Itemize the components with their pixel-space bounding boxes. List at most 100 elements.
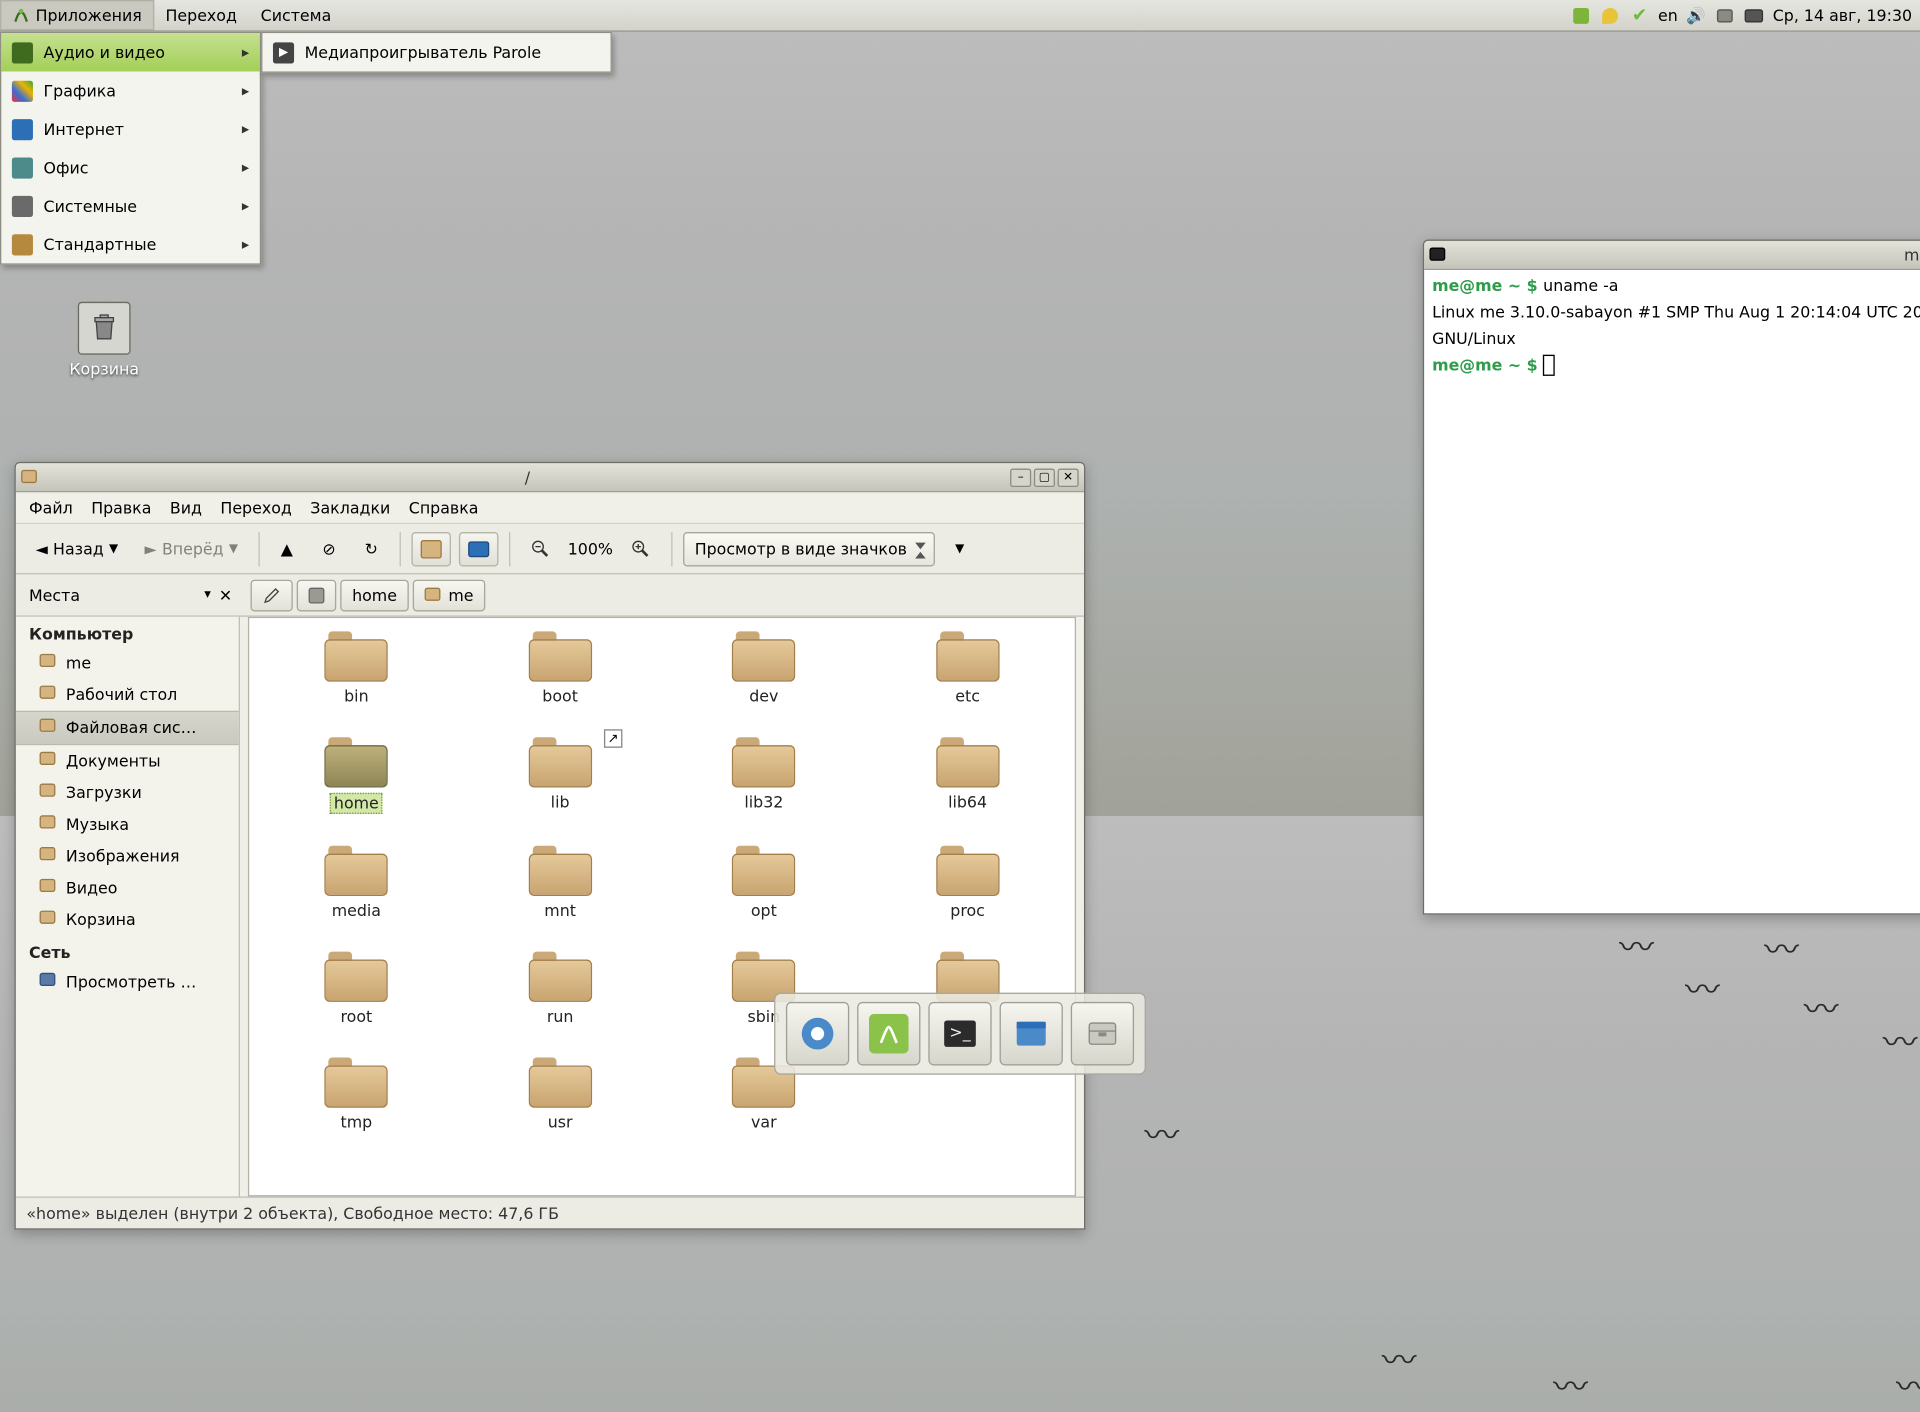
dock-item-sabayon[interactable] (857, 1002, 920, 1066)
home-button[interactable] (411, 531, 451, 565)
back-button[interactable]: ◄ Назад ▼ (26, 531, 127, 565)
app-menu-item[interactable]: Системные▸ (1, 187, 259, 225)
app-menu-item[interactable]: Интернет▸ (1, 110, 259, 148)
sidebar-item[interactable]: Просмотреть … (16, 966, 239, 998)
app-menu-item[interactable]: Графика▸ (1, 71, 259, 109)
folder-icon (425, 586, 443, 605)
view-mode-quick[interactable]: ▼ (943, 531, 977, 565)
folder-item[interactable]: lib64 (866, 737, 1070, 814)
folder-icon (325, 737, 388, 787)
fm-menu-item[interactable]: Справка (409, 498, 479, 517)
app-menu-item[interactable]: Аудио и видео▸ (1, 33, 259, 71)
sidebar-item[interactable]: Файловая сис… (16, 711, 239, 745)
update-icon[interactable] (1571, 5, 1592, 26)
folder-item[interactable]: etc (866, 631, 1070, 705)
chevron-right-icon: ▸ (242, 120, 249, 137)
sidebar-item[interactable]: Музыка (16, 809, 239, 841)
applications-menu: Аудио и видео▸Графика▸Интернет▸Офис▸Сист… (0, 32, 261, 265)
folder-item[interactable]: lib32 (662, 737, 866, 814)
sidebar-item[interactable]: Корзина (16, 904, 239, 936)
folder-item[interactable]: tmp (255, 1058, 459, 1132)
folder-item[interactable]: proc (866, 846, 1070, 920)
keyboard-lang[interactable]: en (1658, 6, 1678, 25)
fm-close-button[interactable]: ✕ (1058, 468, 1079, 487)
dock-item-files[interactable] (1000, 1002, 1063, 1066)
folder-item[interactable]: ↗lib (458, 737, 662, 814)
pathbar-me[interactable]: me (413, 579, 486, 611)
folder-item[interactable]: home (255, 737, 459, 814)
terminal-body[interactable]: me@me ~ $ uname -a Linux me 3.10.0-sabay… (1424, 270, 1920, 913)
sidebar-item[interactable]: Изображения (16, 840, 239, 872)
fm-titlebar[interactable]: / – ▢ ✕ (16, 463, 1084, 492)
computer-button[interactable] (458, 531, 498, 565)
panel-menu-applications[interactable]: Приложения (0, 0, 154, 30)
submenu-item-parole[interactable]: ▶ Медиапроигрыватель Parole (262, 33, 610, 71)
pathbar-root[interactable] (297, 579, 337, 611)
folder-item[interactable]: bin (255, 631, 459, 705)
app-menu-item[interactable]: Стандартные▸ (1, 225, 259, 263)
app-menu-item[interactable]: Офис▸ (1, 148, 259, 186)
dock-item-browser[interactable] (786, 1002, 849, 1066)
sidebar-item[interactable]: Документы (16, 745, 239, 777)
fm-maximize-button[interactable]: ▢ (1034, 468, 1055, 487)
folder-icon (40, 879, 58, 898)
network-icon[interactable] (1715, 5, 1736, 26)
up-button[interactable]: ▲ (270, 531, 304, 565)
close-pane-icon[interactable]: ✕ (219, 586, 232, 605)
panel-menu-places[interactable]: Переход (154, 0, 249, 30)
term-titlebar[interactable]: me@me:~ – ▢ ✕ (1424, 241, 1920, 270)
folder-item[interactable]: run (458, 952, 662, 1026)
terminal-command: uname -a (1543, 277, 1618, 296)
zoom-level: 100% (568, 539, 613, 558)
folder-item[interactable]: media (255, 846, 459, 920)
fm-toolbar: ◄ Назад ▼ ► Вперёд ▼ ▲ ⊘ ↻ 100% Просмотр… (16, 524, 1084, 574)
folder-item[interactable]: dev (662, 631, 866, 705)
fm-icon-view[interactable]: binbootdevetc home↗liblib32lib64 mediamnto… (248, 617, 1076, 1197)
sidebar-item[interactable]: me (16, 647, 239, 679)
sidebar-item[interactable]: Загрузки (16, 777, 239, 809)
fm-menu-item[interactable]: Переход (220, 498, 291, 517)
category-icon (12, 42, 33, 63)
pathbar-edit-button[interactable] (251, 579, 293, 611)
chevron-right-icon: ▸ (242, 197, 249, 214)
folder-item[interactable]: root (255, 952, 459, 1026)
folder-item[interactable]: boot (458, 631, 662, 705)
fm-menu-item[interactable]: Правка (91, 498, 151, 517)
folder-icon (40, 686, 58, 705)
pathbar-home[interactable]: home (340, 579, 409, 611)
dock-item-terminal[interactable]: >_ (928, 1002, 991, 1066)
check-icon[interactable]: ✔ (1629, 5, 1650, 26)
fm-minimize-button[interactable]: – (1010, 468, 1031, 487)
applications-icon (12, 6, 30, 25)
chevron-right-icon: ▸ (242, 159, 249, 176)
fm-title: / (45, 468, 1010, 487)
volume-icon[interactable]: 🔊 (1686, 5, 1707, 26)
reload-button[interactable]: ↻ (354, 531, 388, 565)
fm-menu-item[interactable]: Файл (29, 498, 73, 517)
panel-clock[interactable]: Ср, 14 авг, 19:30 (1773, 6, 1912, 25)
sidebar-item[interactable]: Видео (16, 872, 239, 904)
fm-menu-item[interactable]: Вид (170, 498, 202, 517)
places-pane-header[interactable]: Места ▾ ✕ (16, 586, 240, 605)
category-icon (12, 234, 33, 255)
panel-menu-system[interactable]: Система (249, 0, 343, 30)
stop-button[interactable]: ⊘ (312, 531, 346, 565)
dock-item-archive[interactable] (1071, 1002, 1134, 1066)
folder-icon (528, 952, 591, 1002)
folder-item[interactable]: opt (662, 846, 866, 920)
folder-item[interactable]: mnt (458, 846, 662, 920)
chevron-right-icon: ▸ (242, 236, 249, 253)
folder-item[interactable]: usr (458, 1058, 662, 1132)
zoom-in-button[interactable] (621, 531, 661, 565)
category-icon (12, 157, 33, 178)
display-icon[interactable] (1744, 5, 1765, 26)
view-mode-combo[interactable]: Просмотр в виде значков (683, 531, 935, 565)
folder-icon (40, 719, 58, 738)
folder-icon (732, 737, 795, 787)
shield-icon[interactable] (1600, 5, 1621, 26)
terminal-output: Linux me 3.10.0-sabayon #1 SMP Thu Aug 1… (1432, 303, 1920, 348)
fm-menu-item[interactable]: Закладки (310, 498, 390, 517)
desktop-trash[interactable]: Корзина (58, 302, 150, 379)
zoom-out-button[interactable] (520, 531, 560, 565)
sidebar-item[interactable]: Рабочий стол (16, 679, 239, 711)
